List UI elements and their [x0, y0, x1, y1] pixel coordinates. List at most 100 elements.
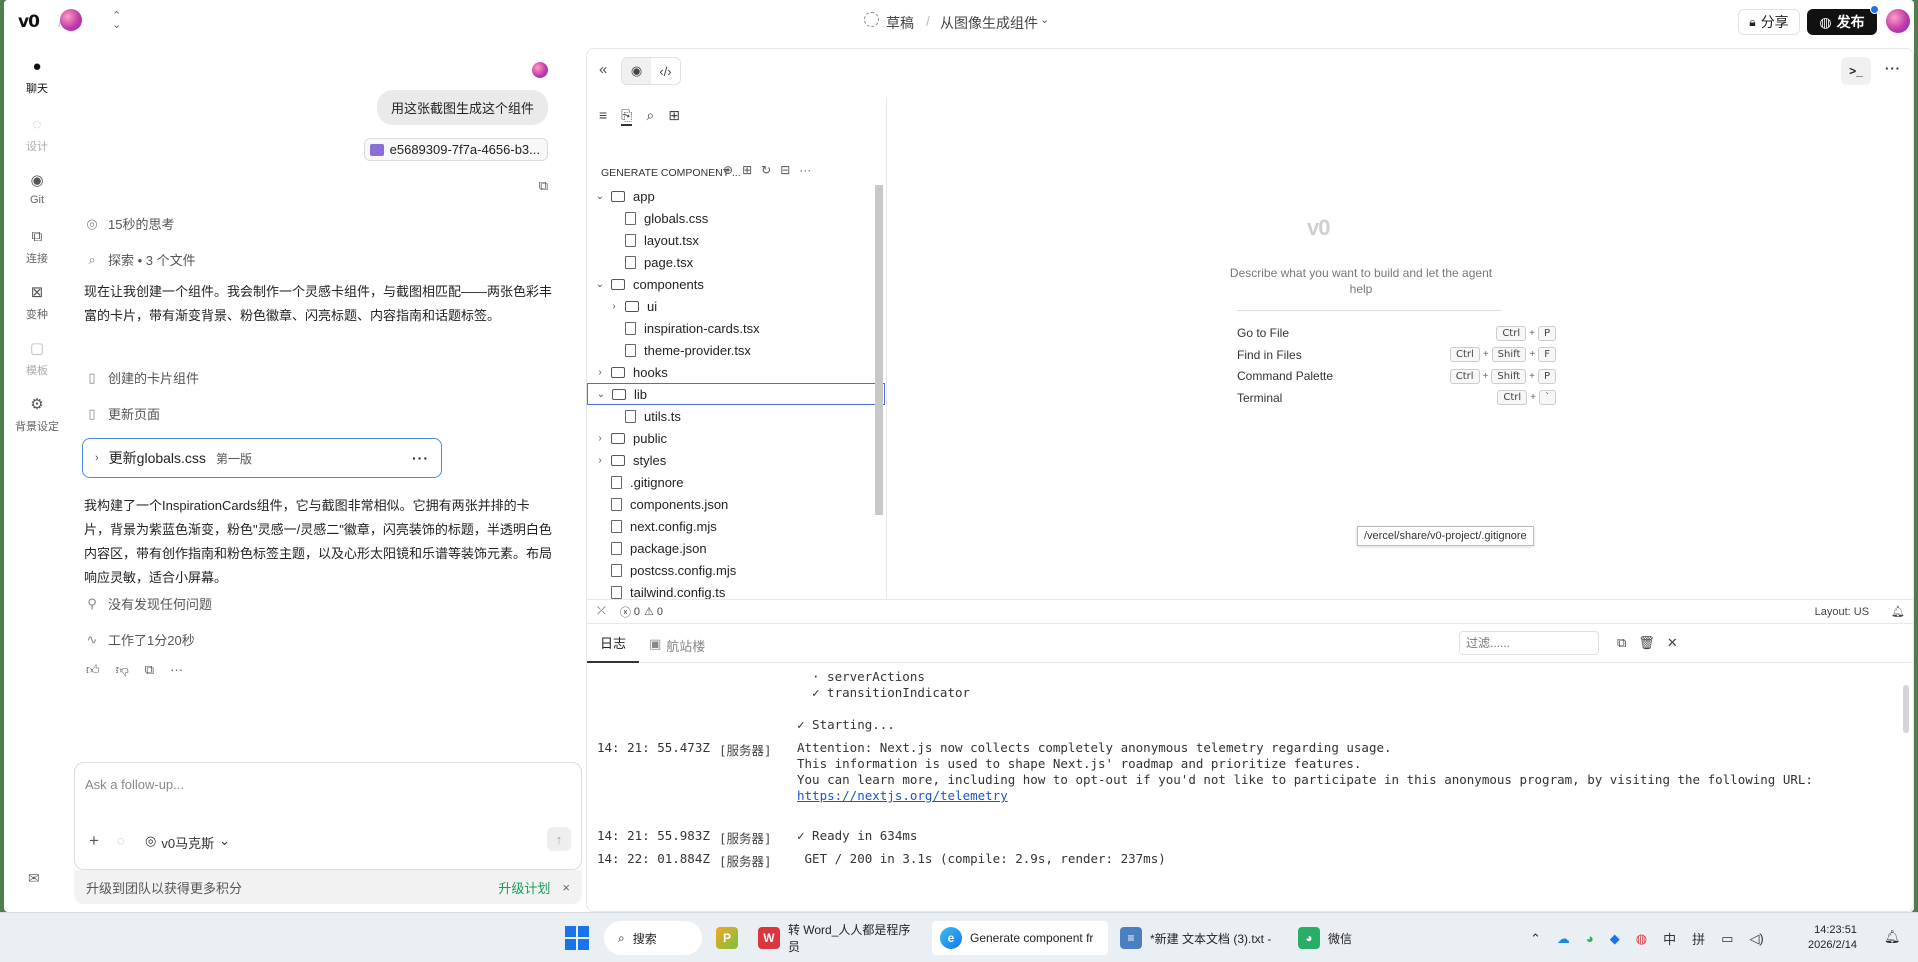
shortcut-row[interactable]: Find in Files Ctrl + Shift + F	[1237, 345, 1557, 365]
more-icon[interactable]: ···	[412, 450, 429, 466]
shortcut-row[interactable]: Go to File Ctrl + P	[1237, 323, 1557, 343]
more-icon[interactable]: ···	[170, 662, 183, 678]
terminal-button[interactable]: >_	[1841, 57, 1871, 85]
copy-icon[interactable]: ⧉	[1617, 635, 1626, 651]
more-icon[interactable]: ···	[1885, 61, 1901, 76]
thumbs-down-icon[interactable]: 👎︎	[116, 662, 129, 678]
file-item[interactable]: postcss.config.mjs	[587, 559, 885, 581]
thumbs-up-icon[interactable]: 👍︎	[86, 662, 100, 678]
v0-logo[interactable]: v0	[18, 12, 40, 32]
sidebar-item-connect[interactable]: ⧉ 连接	[4, 228, 70, 266]
keyboard-layout[interactable]: Layout: US	[1815, 606, 1869, 618]
chevron-up-icon[interactable]: ⌃	[1530, 931, 1541, 947]
code-icon[interactable]: ‹/›	[651, 58, 680, 84]
collapse-icon[interactable]: «	[599, 61, 607, 78]
shortcut-row[interactable]: Command Palette Ctrl + Shift + P	[1237, 366, 1557, 386]
explore-step[interactable]: ⌕ 探索 • 3 个文件	[84, 250, 195, 269]
preview-eye-icon[interactable]: ◉	[622, 58, 651, 84]
folder-item[interactable]: › ui	[587, 295, 885, 317]
design-mode-icon[interactable]: ◌	[117, 833, 125, 848]
file-item[interactable]: page.tsx	[587, 251, 885, 273]
tab-nav[interactable]: ▣ 航站楼	[649, 636, 705, 655]
clock[interactable]: 14:23:51 2026/2/14	[1808, 923, 1857, 953]
sidebar-item-design[interactable]: ◌ 设计	[4, 116, 70, 154]
log-link[interactable]: https://nextjs.org/telemetry	[797, 788, 1008, 803]
windows-start-icon[interactable]	[565, 926, 589, 950]
notification-bell-icon[interactable]: 🔔︎	[1884, 929, 1901, 945]
taskbar-search[interactable]: ⌕ 搜索	[604, 921, 702, 955]
more-icon[interactable]: ···	[799, 163, 811, 177]
file-item[interactable]: tailwind.config.ts	[587, 581, 885, 599]
copy-icon[interactable]: ⧉	[145, 662, 154, 678]
close-icon[interactable]: ✕	[1667, 635, 1678, 651]
chevron-updown-icon[interactable]: ⌃ ⌄	[112, 11, 121, 31]
console-scrollbar[interactable]	[1903, 685, 1909, 733]
folder-item[interactable]: ⌄ components	[587, 273, 885, 295]
thinking-step[interactable]: ◎ 15秒的思考	[84, 214, 174, 233]
send-button[interactable]: ↑	[547, 827, 571, 851]
chevron-right-icon[interactable]: ›	[95, 452, 99, 464]
sidebar-item-chat[interactable]: ● 聊天	[4, 58, 70, 96]
trash-icon[interactable]: 🗑︎	[1638, 635, 1655, 651]
remote-icon[interactable]: ⤫	[597, 605, 606, 618]
version-card[interactable]: › 更新globals.css 第一版 ···	[82, 438, 442, 478]
shortcut-row[interactable]: Terminal Ctrl + `	[1237, 388, 1557, 408]
file-item[interactable]: inspiration-cards.tsx	[587, 317, 885, 339]
sidebar-item-variants[interactable]: ⊠ 变种	[4, 284, 70, 322]
file-item[interactable]: utils.ts	[587, 405, 885, 427]
user-tray-icon[interactable]: ◍	[1636, 931, 1647, 947]
sidebar-item-template[interactable]: ▢ 模板	[4, 340, 70, 378]
sidebar-item-git[interactable]: ◉ Git	[4, 172, 70, 206]
extensions-icon[interactable]: ⊞	[668, 107, 680, 126]
file-item[interactable]: layout.tsx	[587, 229, 885, 251]
ime-type[interactable]: 拼	[1692, 929, 1705, 948]
copy-icon[interactable]: ⧉	[539, 178, 548, 194]
file-item[interactable]: next.config.mjs	[587, 515, 885, 537]
file-item[interactable]: components.json	[587, 493, 885, 515]
file-item[interactable]: package.json	[587, 537, 885, 559]
attachment-chip[interactable]: e5689309-7f7a-4656-b3...	[363, 138, 548, 161]
folder-item[interactable]: ⌄ app	[587, 185, 885, 207]
create-step[interactable]: ▯ 创建的卡片组件	[84, 368, 199, 387]
folder-item[interactable]: ⌄ lib	[587, 383, 885, 405]
project-title[interactable]: 从图像生成组件	[940, 13, 1038, 33]
wechat-tray-icon[interactable]: ◕	[1586, 931, 1594, 946]
bell-icon[interactable]: 🔔︎	[1891, 605, 1905, 618]
menu-icon[interactable]: ≡	[599, 107, 607, 126]
file-item[interactable]: globals.css	[587, 207, 885, 229]
taskbar-app-wechat[interactable]: ◕ 微信	[1298, 921, 1352, 955]
model-selector[interactable]: ◎ v0马克斯 ⌄	[145, 833, 230, 852]
follow-up-input[interactable]: Ask a follow-up...	[85, 777, 184, 792]
taskbar-app-wps[interactable]: W 转 Word_人人都是程序员	[758, 921, 922, 955]
sidebar-item-settings[interactable]: ⚙ 背景设定	[4, 396, 70, 434]
new-folder-icon[interactable]: ⊞	[742, 163, 752, 177]
ime-mode[interactable]: 中	[1663, 929, 1676, 948]
dingtalk-icon[interactable]: ◆	[1610, 931, 1620, 947]
close-icon[interactable]: ×	[562, 880, 570, 895]
tab-log[interactable]: 日志	[587, 624, 639, 663]
filter-input[interactable]	[1459, 631, 1599, 655]
folder-item[interactable]: › styles	[587, 449, 885, 471]
search-icon[interactable]: ⌕	[646, 107, 654, 126]
publish-button[interactable]: ◍ 发布	[1807, 9, 1877, 35]
folder-item[interactable]: › hooks	[587, 361, 885, 383]
file-item[interactable]: theme-provider.tsx	[587, 339, 885, 361]
files-icon[interactable]: ⎘	[621, 107, 633, 126]
refresh-icon[interactable]: ↻	[761, 163, 771, 177]
explorer-scrollbar[interactable]	[875, 185, 883, 515]
workspace-avatar[interactable]	[60, 9, 82, 31]
file-item[interactable]: .gitignore	[587, 471, 885, 493]
volume-icon[interactable]: ◁)	[1749, 931, 1763, 947]
new-file-icon[interactable]: ⊕	[723, 163, 733, 177]
collapse-all-icon[interactable]: ⊟	[780, 163, 790, 177]
folder-item[interactable]: › public	[587, 427, 885, 449]
onedrive-icon[interactable]: ☁	[1557, 931, 1570, 947]
taskbar-app-notepad[interactable]: ≡ *新建 文本文档 (3).txt -	[1120, 921, 1280, 955]
update-page-step[interactable]: ▯ 更新页面	[84, 404, 160, 423]
taskbar-app-edge[interactable]: e Generate component fr	[932, 921, 1108, 955]
plus-icon[interactable]: +	[89, 831, 99, 851]
chevron-down-icon[interactable]: ⌄	[1040, 13, 1049, 26]
user-avatar[interactable]	[1886, 9, 1910, 33]
mail-icon[interactable]: ✉	[28, 870, 40, 887]
display-icon[interactable]: ▭	[1721, 931, 1733, 947]
